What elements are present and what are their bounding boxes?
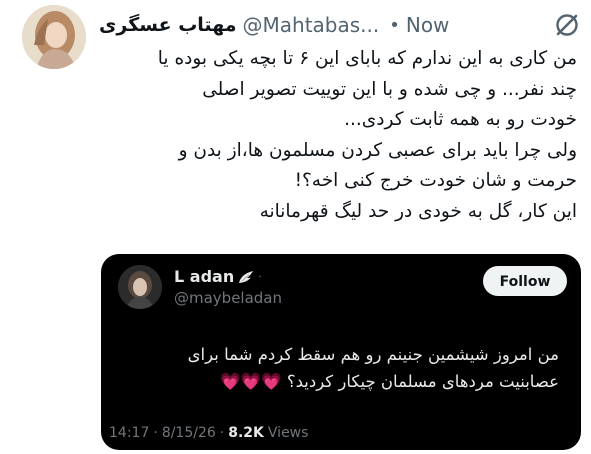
quoted-meta-separator-2: ·: [219, 425, 225, 441]
tweet-timestamp[interactable]: Now: [406, 13, 450, 37]
quoted-views-count[interactable]: 8.2K: [228, 425, 264, 441]
quoted-author-name-row: L adan ·: [174, 267, 262, 286]
author-handle[interactable]: @Mahtabas...: [243, 13, 380, 37]
author-avatar[interactable]: [22, 5, 86, 69]
white-wing-icon: [239, 270, 254, 283]
tweet-header: مهتاب عسگری @Mahtabas... • Now: [99, 10, 581, 40]
author-avatar-image: [22, 5, 86, 69]
quoted-name-dot: ·: [258, 270, 262, 283]
quoted-date[interactable]: 8/15/26: [162, 425, 216, 441]
tweet-line: ولی چرا باید برای عصبی کردن مسلمون ها،از…: [178, 139, 577, 161]
tweet-line: خودت رو به همه ثابت کردی...: [344, 109, 577, 130]
quoted-tweet-meta: 14:17 · 8/15/26 · 8.2K Views: [109, 425, 308, 441]
header-separator: •: [389, 14, 400, 36]
author-display-name[interactable]: مهتاب عسگری: [99, 14, 237, 36]
quoted-tweet-card[interactable]: L adan · @maybeladan Follow من امروز شیش…: [101, 254, 581, 450]
tweet-screenshot: مهتاب عسگری @Mahtabas... • Now من کاری ب…: [0, 0, 591, 454]
tweet-line: من کاری به این ندارم که بابای این ۶ تا ب…: [157, 48, 577, 69]
tweet-body: من کاری به این ندارم که بابای این ۶ تا ب…: [97, 44, 577, 227]
quoted-author-avatar[interactable]: [118, 265, 162, 309]
quoted-display-name[interactable]: L adan: [174, 267, 234, 286]
quoted-views-label: Views: [267, 425, 309, 441]
quoted-avatar-image: [118, 265, 162, 309]
tweet-line: چند نفر... و چی شده و با این توییت تصویر…: [202, 78, 577, 100]
follow-button[interactable]: Follow: [483, 266, 567, 296]
quoted-tweet-line: عصابنیت مردهای مسلمان چیکار کردید؟ 💗💗💗: [219, 371, 559, 391]
quoted-tweet-body: من امروز شیشمین جنینم رو هم سقط کردم شما…: [119, 342, 559, 395]
quoted-time[interactable]: 14:17: [109, 425, 149, 441]
quoted-tweet-line: من امروز شیشمین جنینم رو هم سقط کردم شما…: [187, 345, 559, 364]
tweet-line: حرمت و شان خودت خرج کنی اخه؟!: [294, 170, 577, 191]
tweet-line: این کار، گل به خودی در حد لیگ قهرمانانه: [259, 200, 577, 222]
grok-slash-circle-icon[interactable]: [553, 11, 581, 39]
quoted-handle[interactable]: @maybeladan: [174, 289, 282, 307]
quoted-meta-separator: ·: [153, 425, 158, 441]
